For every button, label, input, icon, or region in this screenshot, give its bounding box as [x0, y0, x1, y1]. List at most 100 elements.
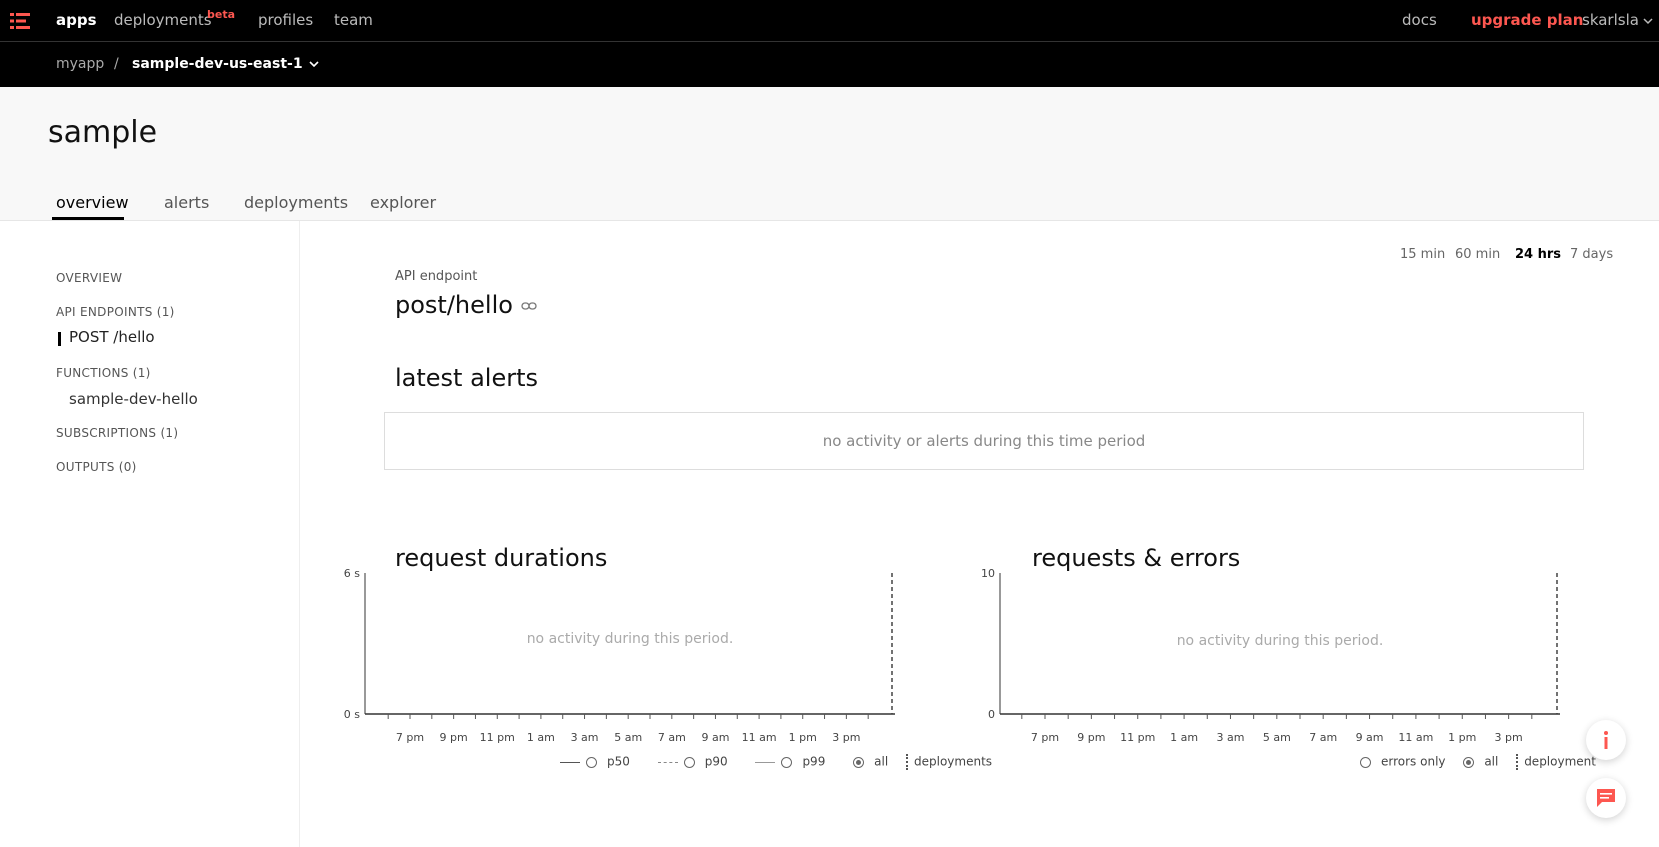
x-tick-label: 3 am [571, 731, 599, 744]
latest-alerts-heading: latest alerts [395, 364, 539, 392]
x-tick-label: 7 am [1309, 731, 1337, 744]
legend-p90: p90 [704, 754, 728, 769]
x-tick-label: 1 pm [1448, 731, 1476, 744]
nav-docs[interactable]: docs [1402, 11, 1437, 29]
p99-line-swatch [755, 761, 776, 763]
range-15min[interactable]: 15 min [1400, 247, 1445, 262]
y-tick-label: 0 s [344, 708, 360, 721]
x-tick-label: 3 pm [832, 731, 860, 744]
x-tick-label: 5 am [614, 731, 642, 744]
endpoint-label: API endpoint [395, 269, 478, 284]
sidebar-section-outputs[interactable]: OUTPUTS (0) [56, 460, 137, 474]
x-tick-label: 9 am [701, 731, 729, 744]
durations-chart-svg: 0 s 6 s 7 pm 9 pm 11 pm 1 am 3 am 5 am 7 am 9 am 1… [344, 567, 895, 744]
user-name: skarlsla [1582, 11, 1639, 29]
all-radio[interactable] [853, 756, 865, 768]
range-7days[interactable]: 7 days [1570, 247, 1613, 262]
upgrade-plan-link[interactable]: upgrade plan [1471, 11, 1584, 29]
p50-line-swatch [560, 761, 580, 763]
breadcrumb-app[interactable]: myapp [56, 56, 104, 72]
service-selector[interactable]: sample-dev-us-east-1 [132, 56, 319, 72]
x-tick-label: 3 am [1216, 731, 1244, 744]
x-tick-label: 3 pm [1495, 731, 1523, 744]
page-title: sample [48, 115, 158, 150]
request-durations-chart: 0 s 6 s 7 pm 9 pm 11 pm 1 am 3 am 5 am 7 am 9 am 1… [344, 567, 935, 769]
legend-deployments: deployments [914, 754, 993, 769]
sidebar-item-overview[interactable]: OVERVIEW [56, 271, 122, 285]
chart-empty-message: no activity during this period. [527, 631, 734, 647]
range-24hrs[interactable]: 24 hrs [1515, 247, 1561, 262]
legend-errors-only: errors only [1381, 754, 1446, 769]
legend-all: all [874, 754, 889, 769]
x-tick-label: 11 am [742, 731, 777, 744]
x-tick-label: 9 pm [1077, 731, 1105, 744]
user-menu[interactable]: skarlsla [1582, 11, 1653, 29]
nav-deployments[interactable]: deployments [114, 11, 212, 29]
p99-radio[interactable] [781, 756, 793, 768]
y-tick-label: 10 [981, 567, 995, 580]
requests-errors-chart: 0 10 7 pm 9 pm 11 pm 1 am 3 am 5 am 7 am 9 am 11 a… [981, 567, 1610, 769]
breadcrumb-separator: / [114, 56, 119, 72]
info-button[interactable] [1586, 720, 1626, 760]
endpoint-title: post/hello [395, 291, 537, 319]
durations-legend: p50 p90 p99 all deployments [560, 754, 992, 770]
sidebar-item-post-hello[interactable]: POST /hello [69, 328, 155, 346]
chevron-down-icon [1643, 17, 1653, 24]
p90-radio[interactable] [683, 756, 695, 768]
p50-radio[interactable] [586, 756, 597, 768]
alerts-empty-message: no activity or alerts during this time p… [822, 432, 1146, 450]
y-tick-label: 0 [988, 708, 995, 721]
sidebar-section-api-endpoints[interactable]: API ENDPOINTS (1) [56, 305, 175, 319]
chevron-down-icon [309, 61, 319, 68]
legend-p50: p50 [607, 754, 630, 769]
sidebar-item-function[interactable]: sample-dev-hello [69, 390, 198, 408]
x-tick-label: 5 am [1263, 731, 1291, 744]
top-navbar: apps deployments beta profiles team docs… [0, 0, 1659, 42]
x-tick-label: 1 am [527, 731, 555, 744]
x-tick-label: 11 pm [1120, 731, 1155, 744]
serverless-logo-icon[interactable] [10, 12, 30, 30]
breadcrumb: myapp / sample-dev-us-east-1 [0, 42, 1659, 87]
tab-deployments[interactable]: deployments [244, 193, 348, 212]
tab-explorer[interactable]: explorer [370, 193, 436, 212]
nav-profiles[interactable]: profiles [258, 11, 313, 29]
deployment-marker-swatch [1516, 754, 1519, 770]
chat-icon [1597, 789, 1615, 807]
all-radio[interactable] [1463, 756, 1475, 768]
x-tick-label: 7 pm [1031, 731, 1059, 744]
info-icon [1604, 731, 1608, 749]
requests-chart-svg: 0 10 7 pm 9 pm 11 pm 1 am 3 am 5 am 7 am 9 am 11 a… [981, 567, 1560, 744]
breadcrumb-service: sample-dev-us-east-1 [132, 56, 303, 72]
sidebar-section-functions[interactable]: FUNCTIONS (1) [56, 366, 151, 380]
legend-p99: p99 [802, 754, 826, 769]
errors-only-radio[interactable] [1360, 756, 1371, 768]
link-icon[interactable] [521, 301, 537, 311]
x-tick-label: 11 am [1398, 731, 1433, 744]
endpoint-name: post/hello [395, 291, 513, 319]
chat-button[interactable] [1586, 778, 1626, 818]
x-tick-label: 9 am [1356, 731, 1384, 744]
nav-apps[interactable]: apps [56, 11, 97, 29]
legend-all: all [1484, 754, 1499, 769]
x-tick-label: 9 pm [440, 731, 468, 744]
x-tick-label: 11 pm [480, 731, 515, 744]
tab-alerts[interactable]: alerts [164, 193, 209, 212]
y-tick-label: 6 s [344, 567, 360, 580]
x-tick-label: 1 pm [789, 731, 817, 744]
chart-empty-message: no activity during this period. [1177, 633, 1384, 649]
deployments-marker-swatch [906, 754, 909, 770]
request-durations-heading: request durations [395, 544, 608, 572]
sidebar-section-subscriptions[interactable]: SUBSCRIPTIONS (1) [56, 426, 178, 440]
p90-line-swatch [657, 761, 678, 763]
main-content: 15 min 60 min 24 hrs 7 days API endpoint… [300, 221, 1659, 847]
page-header: sample overview alerts deployments explo… [0, 87, 1659, 221]
tab-overview[interactable]: overview [56, 193, 129, 212]
sidebar: OVERVIEW API ENDPOINTS (1) POST /hello F… [0, 221, 300, 847]
nav-team[interactable]: team [334, 11, 373, 29]
requests-legend: errors only all deployment [1354, 754, 1596, 770]
alerts-panel: no activity or alerts during this time p… [384, 412, 1584, 470]
range-60min[interactable]: 60 min [1455, 247, 1500, 262]
active-tab-indicator [52, 217, 124, 220]
requests-errors-heading: requests & errors [1032, 544, 1241, 572]
x-tick-label: 1 am [1170, 731, 1198, 744]
